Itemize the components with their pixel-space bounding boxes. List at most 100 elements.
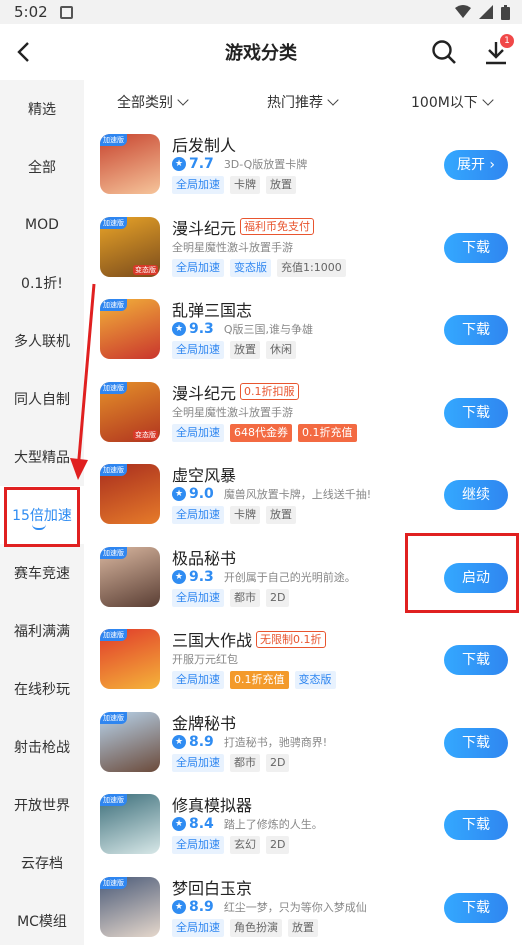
game-tag: 2D bbox=[266, 753, 290, 772]
game-description: 踏上了修炼的人生。 bbox=[223, 818, 323, 831]
rating: ★ 8.9 bbox=[172, 734, 214, 750]
game-tag: 变态版 bbox=[230, 258, 271, 277]
game-tag: 放置 bbox=[266, 176, 296, 194]
game-tag: 全局加速 bbox=[172, 836, 224, 854]
game-icon[interactable]: 加速版 变态版 bbox=[100, 216, 160, 277]
accelerator-badge: 加速版 bbox=[100, 711, 127, 724]
game-icon[interactable]: 加速版 bbox=[100, 794, 160, 854]
rating: ★ 8.9 bbox=[172, 899, 214, 915]
page-title: 游戏分类 bbox=[225, 43, 297, 64]
sidebar-item-label: 同人自制 bbox=[14, 392, 70, 408]
sort-filter-dropdown[interactable]: 热门推荐 bbox=[267, 92, 339, 112]
game-row[interactable]: 加速版 金牌秘书 ★ 8.9 打造秘书，驰骋商界! 全局加速 都市 2D 下载 bbox=[84, 702, 522, 785]
game-action-button[interactable]: 下载 bbox=[444, 892, 508, 923]
accelerator-badge: 加速版 bbox=[100, 546, 127, 559]
game-tag: 全局加速 bbox=[172, 258, 224, 277]
game-meta: ★ 9.0 魔兽风放置卡牌，上线送千抽! bbox=[172, 486, 371, 502]
rating-value: 8.9 bbox=[189, 898, 214, 915]
size-filter-label: 100M以下 bbox=[411, 95, 478, 111]
sidebar-item[interactable]: 在线秒玩 bbox=[0, 660, 84, 718]
signal-icon bbox=[479, 5, 493, 19]
battery-icon bbox=[501, 4, 510, 20]
game-name: 漫斗纪元 bbox=[172, 218, 237, 238]
sidebar-item-label: 精选 bbox=[28, 102, 56, 118]
game-icon[interactable]: 加速版 bbox=[100, 629, 160, 689]
search-button[interactable] bbox=[428, 36, 460, 68]
sidebar-item[interactable]: 全部 bbox=[0, 138, 84, 196]
game-action-label: 下载 bbox=[462, 899, 490, 916]
game-tag: 全局加速 bbox=[172, 341, 224, 359]
game-row[interactable]: 加速版 修真模拟器 ★ 8.4 踏上了修炼的人生。 全局加速 玄幻 2D 下载 bbox=[84, 784, 522, 867]
sidebar-item[interactable]: 精选 bbox=[0, 80, 84, 138]
game-action-button[interactable]: 展开 › bbox=[444, 150, 508, 180]
sidebar-item[interactable]: 福利满满 bbox=[0, 602, 84, 660]
game-tag: 全局加速 bbox=[172, 423, 224, 442]
game-icon[interactable]: 加速版 bbox=[100, 711, 160, 772]
sidebar-item-label: MC模组 bbox=[17, 914, 67, 930]
accelerator-badge: 加速版 bbox=[100, 629, 127, 641]
game-action-label: 下载 bbox=[462, 404, 490, 421]
sort-filter-label: 热门推荐 bbox=[267, 95, 323, 111]
game-icon[interactable]: 加速版 bbox=[100, 546, 160, 607]
game-tag: 充值1:1000 bbox=[277, 258, 346, 277]
category-filter-dropdown[interactable]: 全部类别 bbox=[117, 92, 189, 112]
game-action-button[interactable]: 下载 bbox=[444, 810, 508, 840]
game-icon[interactable]: 加速版 bbox=[100, 876, 160, 937]
game-row[interactable]: 加速版 虚空风暴 ★ 9.0 魔兽风放置卡牌，上线送千抽! 全局加速 卡牌 放置 继续 bbox=[84, 454, 522, 537]
promo-label: 0.1折扣服 bbox=[240, 383, 299, 400]
game-meta: 全明星魔性激斗放置手游 bbox=[172, 239, 293, 255]
annotation-arrow bbox=[70, 283, 96, 480]
sidebar-item-label: 云存档 bbox=[21, 856, 63, 872]
game-action-button[interactable]: 下载 bbox=[444, 645, 508, 675]
sidebar-item[interactable]: 赛车竞速 bbox=[0, 544, 84, 602]
download-manager-button[interactable]: 1 bbox=[480, 34, 514, 68]
game-tag: 2D bbox=[266, 588, 290, 607]
game-action-button[interactable]: 下载 bbox=[444, 232, 508, 263]
game-name: 乱弹三国志 bbox=[172, 301, 253, 320]
game-description: 开服万元红包 bbox=[172, 653, 238, 666]
game-tag: 2D bbox=[266, 836, 290, 854]
sidebar-item[interactable]: 射击枪战 bbox=[0, 718, 84, 776]
game-row[interactable]: 加速版 变态版 漫斗纪元 0.1折扣服 全明星魔性激斗放置手游 全局加速 648代金券 0.1… bbox=[84, 372, 522, 455]
game-meta: 开服万元红包 bbox=[172, 651, 238, 667]
game-action-button[interactable]: 继续 bbox=[444, 480, 508, 510]
variant-badge: 变态版 bbox=[133, 429, 158, 440]
game-name: 金牌秘书 bbox=[172, 713, 237, 733]
rating-value: 9.3 bbox=[189, 568, 214, 585]
game-row[interactable]: 加速版 乱弹三国志 ★ 9.3 Q版三国,谁与争雄 全局加速 放置 休闲 下载 bbox=[84, 289, 522, 372]
game-action-button[interactable]: 下载 bbox=[444, 727, 508, 758]
game-action-button[interactable]: 下载 bbox=[444, 397, 508, 428]
game-description: 打造秘书，驰骋商界! bbox=[223, 735, 328, 749]
game-row[interactable]: 加速版 后发制人 ★ 7.7 3D-Q版放置卡牌 全局加速 卡牌 放置 展开 › bbox=[84, 124, 522, 207]
game-icon[interactable]: 加速版 bbox=[100, 299, 160, 359]
game-tag: 放置 bbox=[288, 918, 318, 937]
sidebar-item[interactable]: 云存档 bbox=[0, 834, 84, 892]
game-row[interactable]: 加速版 梦回白玉京 ★ 8.9 红尘一梦，只为等你入梦成仙 全局加速 角色扮演 放置 下载 bbox=[84, 867, 522, 950]
game-tags: 全局加速 都市 2D bbox=[172, 753, 290, 772]
game-tag: 648代金券 bbox=[230, 423, 292, 442]
sidebar-item[interactable]: 开放世界 bbox=[0, 776, 84, 834]
game-action-button[interactable]: 下载 bbox=[444, 315, 508, 345]
game-icon[interactable]: 加速版 变态版 bbox=[100, 381, 160, 442]
size-filter-dropdown[interactable]: 100M以下 bbox=[411, 92, 494, 112]
sidebar-item-label: 0.1折! bbox=[21, 276, 63, 292]
back-arrow-icon bbox=[17, 42, 29, 62]
game-description: 3D-Q版放置卡牌 bbox=[223, 158, 308, 171]
rating-value: 7.7 bbox=[189, 156, 214, 172]
game-meta: ★ 8.4 踏上了修炼的人生。 bbox=[172, 816, 323, 832]
game-description: 魔兽风放置卡牌，上线送千抽! bbox=[223, 488, 372, 501]
game-tags: 全局加速 变态版 充值1:1000 bbox=[172, 258, 346, 277]
sidebar-item[interactable]: MOD bbox=[0, 196, 84, 254]
back-button[interactable] bbox=[8, 36, 40, 68]
game-icon[interactable]: 加速版 bbox=[100, 464, 160, 524]
game-tag: 角色扮演 bbox=[230, 918, 282, 937]
game-row[interactable]: 加速版 变态版 漫斗纪元 福利币免支付 全明星魔性激斗放置手游 全局加速 变态版 充值1:10… bbox=[84, 207, 522, 290]
rating: ★ 9.3 bbox=[172, 321, 214, 337]
sidebar-item[interactable]: MC模组 bbox=[0, 892, 84, 950]
game-description: Q版三国,谁与争雄 bbox=[223, 323, 313, 336]
star-icon: ★ bbox=[172, 734, 186, 749]
game-row[interactable]: 加速版 三国大作战 无限制0.1折 开服万元红包 全局加速 0.1折充值 变态版 下载 bbox=[84, 619, 522, 702]
game-meta: ★ 8.9 红尘一梦，只为等你入梦成仙 bbox=[172, 899, 367, 915]
download-count-badge: 1 bbox=[500, 34, 514, 48]
game-icon[interactable]: 加速版 bbox=[100, 134, 160, 194]
